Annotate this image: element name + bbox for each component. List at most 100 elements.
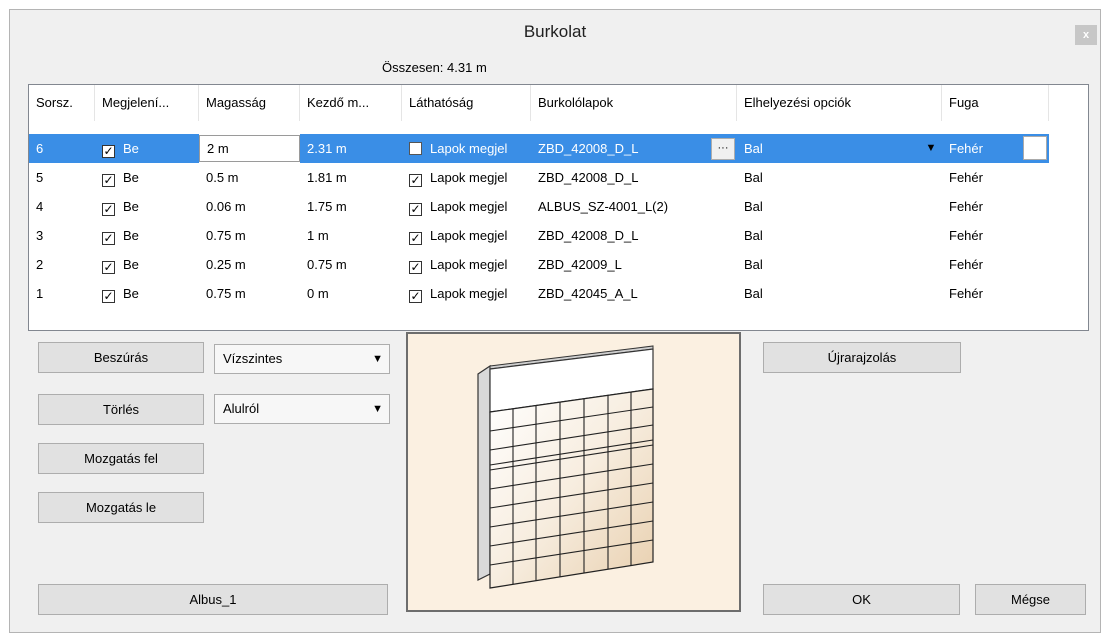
cell-visibility[interactable]: ✓ Lapok megjel: [402, 221, 531, 250]
cell-visibility-label: Lapok megjel: [430, 228, 508, 243]
col-header-start[interactable]: Kezdő m...: [300, 85, 402, 121]
checkbox-visibility[interactable]: ✓: [409, 290, 422, 303]
close-button[interactable]: x: [1075, 25, 1097, 45]
cell-display[interactable]: ✓ Be: [95, 221, 199, 250]
cell-grout[interactable]: Fehér: [942, 163, 1049, 192]
cell-placement[interactable]: Bal: [737, 192, 942, 221]
cell-placement-label: Bal: [744, 141, 763, 156]
cell-display-label: Be: [123, 257, 139, 272]
cell-display[interactable]: ✓ Be: [95, 134, 199, 163]
checkbox-display[interactable]: ✓: [102, 261, 115, 274]
cell-grout[interactable]: Fehér: [942, 221, 1049, 250]
preset-button[interactable]: Albus_1: [38, 584, 388, 615]
cell-start: 0.75 m: [307, 257, 347, 272]
cell-height[interactable]: 0.5 m: [199, 163, 300, 192]
cell-placement[interactable]: Bal: [737, 250, 942, 279]
checkbox-visibility[interactable]: ✓: [409, 174, 422, 187]
cell-visibility-label: Lapok megjel: [430, 141, 508, 156]
cell-visibility-label: Lapok megjel: [430, 257, 508, 272]
table-row-selected[interactable]: 6 ✓ Be 2 m 2.31 m Lapok megjel ZBD_42008_…: [29, 134, 1049, 163]
cell-grout[interactable]: Fehér: [942, 250, 1049, 279]
cell-number: 1: [36, 286, 44, 301]
cell-visibility-label: Lapok megjel: [430, 286, 508, 301]
redraw-button[interactable]: Újrarajzolás: [763, 342, 961, 373]
cell-number: 5: [36, 170, 44, 185]
cell-tiles[interactable]: ZBD_42008_D_L: [531, 163, 737, 192]
ok-button[interactable]: OK: [763, 584, 960, 615]
cell-start: 2.31 m: [300, 134, 402, 163]
col-header-height[interactable]: Magasság: [199, 85, 300, 121]
tiled-wall-image: [477, 345, 654, 589]
chevron-down-icon[interactable]: ▼: [923, 138, 939, 158]
cell-display[interactable]: ✓ Be: [95, 279, 199, 308]
cell-placement[interactable]: Bal: [737, 279, 942, 308]
table-row[interactable]: 1 ✓ Be 0.75 m 0 m ✓ Lapok megjel ZBD_42045…: [29, 279, 1049, 308]
cell-display[interactable]: ✓ Be: [95, 163, 199, 192]
direction-select[interactable]: Vízszintes ▼: [214, 344, 390, 374]
cell-height[interactable]: 0.06 m: [199, 192, 300, 221]
height-input[interactable]: 2 m: [199, 135, 300, 162]
cell-visibility[interactable]: ✓ Lapok megjel: [402, 279, 531, 308]
cell-display[interactable]: ✓ Be: [95, 250, 199, 279]
cell-visibility[interactable]: ✓ Lapok megjel: [402, 163, 531, 192]
cell-display-label: Be: [123, 141, 139, 156]
cell-visibility-label: Lapok megjel: [430, 170, 508, 185]
total-summary: Összesen: 4.31 m: [382, 60, 487, 75]
cell-visibility[interactable]: ✓ Lapok megjel: [402, 192, 531, 221]
direction-select-value: Vízszintes: [223, 351, 283, 366]
checkbox-display[interactable]: ✓: [102, 232, 115, 245]
cell-tiles[interactable]: ZBD_42008_D_L: [531, 221, 737, 250]
window-title: Burkolat: [523, 22, 587, 41]
checkbox-display[interactable]: ✓: [102, 203, 115, 216]
col-header-placement[interactable]: Elhelyezési opciók: [737, 85, 942, 121]
move-up-button[interactable]: Mozgatás fel: [38, 443, 204, 474]
cell-grout[interactable]: Fehér: [942, 279, 1049, 308]
table-row[interactable]: 2 ✓ Be 0.25 m 0.75 m ✓ Lapok megjel ZBD_42…: [29, 250, 1049, 279]
cell-start: 1.75 m: [307, 199, 347, 214]
cell-height[interactable]: 0.75 m: [199, 221, 300, 250]
cell-number: 2: [36, 257, 44, 272]
checkbox-visibility[interactable]: ✓: [409, 232, 422, 245]
checkbox-visibility[interactable]: ✓: [409, 203, 422, 216]
col-header-grout[interactable]: Fuga: [942, 85, 1049, 121]
checkbox-display[interactable]: ✓: [102, 145, 115, 158]
cell-height[interactable]: 0.75 m: [199, 279, 300, 308]
col-header-tiles[interactable]: Burkolólapok: [531, 85, 737, 121]
cell-display-label: Be: [123, 228, 139, 243]
cell-placement[interactable]: Bal: [737, 221, 942, 250]
cell-grout[interactable]: Fehér: [942, 134, 1049, 163]
delete-button[interactable]: Törlés: [38, 394, 204, 425]
cancel-button[interactable]: Mégse: [975, 584, 1086, 615]
checkbox-visibility[interactable]: ✓: [409, 261, 422, 274]
cell-display-label: Be: [123, 199, 139, 214]
cell-number: 6: [29, 134, 95, 163]
placement-dropdown[interactable]: Bal ▼: [737, 134, 942, 163]
checkbox-display[interactable]: ✓: [102, 290, 115, 303]
move-down-button[interactable]: Mozgatás le: [38, 492, 204, 523]
insert-button[interactable]: Beszúrás: [38, 342, 204, 373]
cell-tiles[interactable]: ZBD_42008_D_L ···: [531, 134, 737, 163]
cell-tiles[interactable]: ALBUS_SZ-4001_L(2): [531, 192, 737, 221]
table-row[interactable]: 5 ✓ Be 0.5 m 1.81 m ✓ Lapok megjel ZBD_420…: [29, 163, 1049, 192]
browse-tiles-button[interactable]: ···: [711, 138, 735, 160]
cell-number: 3: [36, 228, 44, 243]
origin-select-value: Alulról: [223, 401, 260, 416]
cell-tiles[interactable]: ZBD_42045_A_L: [531, 279, 737, 308]
table-row[interactable]: 3 ✓ Be 0.75 m 1 m ✓ Lapok megjel ZBD_42008…: [29, 221, 1049, 250]
table-row[interactable]: 4 ✓ Be 0.06 m 1.75 m ✓ Lapok megjel ALBUS_…: [29, 192, 1049, 221]
origin-select[interactable]: Alulról ▼: [214, 394, 390, 424]
cell-visibility[interactable]: ✓ Lapok megjel: [402, 250, 531, 279]
cell-height[interactable]: 0.25 m: [199, 250, 300, 279]
checkbox-display[interactable]: ✓: [102, 174, 115, 187]
layers-grid: Sorsz. Megjelení... Magasság Kezdő m... …: [28, 84, 1089, 331]
cell-tiles[interactable]: ZBD_42009_L: [531, 250, 737, 279]
col-header-display[interactable]: Megjelení...: [95, 85, 199, 121]
cell-grout[interactable]: Fehér: [942, 192, 1049, 221]
grout-color-swatch[interactable]: [1023, 136, 1047, 160]
cell-placement[interactable]: Bal: [737, 163, 942, 192]
cell-visibility[interactable]: Lapok megjel: [402, 134, 531, 163]
col-header-number[interactable]: Sorsz.: [29, 85, 95, 121]
checkbox-visibility[interactable]: [409, 142, 422, 155]
col-header-visibility[interactable]: Láthatóság: [402, 85, 531, 121]
cell-display[interactable]: ✓ Be: [95, 192, 199, 221]
